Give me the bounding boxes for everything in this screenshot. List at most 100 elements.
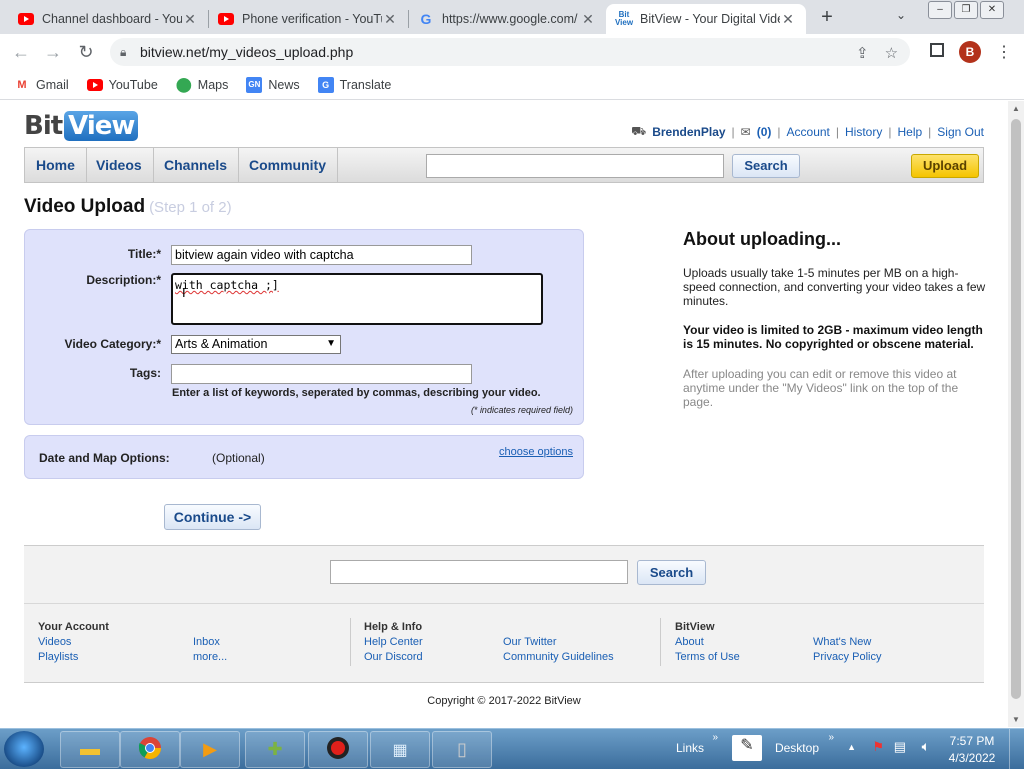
scroll-down-icon[interactable]: ▼ <box>1012 715 1020 724</box>
bookmark-star-icon[interactable]: ☆ <box>885 44 898 62</box>
nav-home[interactable]: Home <box>25 148 87 182</box>
show-desktop-button[interactable] <box>1009 729 1024 769</box>
tab-bitview[interactable]: Bit View BitView - Your Digital Video ✕ <box>606 4 806 34</box>
about-p2: Your video is limited to 2GB - maximum v… <box>683 323 983 351</box>
scroll-up-icon[interactable]: ▲ <box>1012 104 1020 113</box>
footer-search-button[interactable]: Search <box>637 560 706 585</box>
account-link[interactable]: Account <box>787 125 830 139</box>
desktop-toolbar[interactable]: Desktop <box>775 741 819 755</box>
history-link[interactable]: History <box>845 125 882 139</box>
footer-link-more[interactable]: more... <box>193 650 227 665</box>
tags-hint: Enter a list of keywords, seperated by c… <box>172 387 541 399</box>
title-field[interactable]: bitview again video with captcha <box>171 245 472 265</box>
taskbar-media[interactable]: ▶ <box>180 731 240 768</box>
nav-community[interactable]: Community <box>238 148 338 182</box>
header-search-button[interactable]: Search <box>732 154 800 178</box>
tab-channel-dashboard[interactable]: Channel dashboard - YouTube ✕ <box>8 4 208 34</box>
new-tab-button[interactable]: + <box>816 6 838 28</box>
header-search-input[interactable] <box>426 154 724 178</box>
bookmark-news[interactable]: GN News <box>246 76 300 93</box>
volume-icon[interactable]: 🔈︎ <box>922 738 930 755</box>
tab-title: https://www.google.com/ <box>442 12 578 26</box>
scrollbar-thumb[interactable] <box>1011 119 1021 699</box>
tray-expand-icon[interactable]: ▲ <box>847 742 856 752</box>
reload-button[interactable]: ↻ <box>75 42 97 64</box>
sign-out-link[interactable]: Sign Out <box>937 125 984 139</box>
mail-icon[interactable]: ✉ <box>741 125 751 139</box>
close-icon[interactable]: ✕ <box>580 11 596 28</box>
start-button[interactable] <box>4 731 44 767</box>
windows-taskbar: ▬ ▶ ✚ ▦ ▯ Links » ✎ Desktop » ▲ ⚑ ▤ 🔈︎ 7… <box>0 728 1024 769</box>
date-map-label: Date and Map Options: <box>39 451 170 465</box>
page-title: Video Upload (Step 1 of 2) <box>24 196 232 218</box>
youtube-icon <box>86 77 103 93</box>
title-label: Title:* <box>127 247 161 261</box>
bookmark-gmail[interactable]: M Gmail <box>14 77 69 93</box>
forward-button[interactable]: → <box>42 42 64 64</box>
action-center-icon[interactable]: ⚑ <box>872 739 884 755</box>
footer-link-about[interactable]: About <box>675 635 740 650</box>
inbox-count[interactable]: (0) <box>757 125 772 139</box>
chevron-right-icon[interactable]: » <box>712 732 718 743</box>
chevron-right-icon[interactable]: » <box>828 732 834 743</box>
close-icon[interactable]: ✕ <box>182 11 198 28</box>
bitview-logo[interactable]: Bit View <box>24 109 139 143</box>
about-p1: Uploads usually take 1-5 minutes per MB … <box>683 266 986 308</box>
category-select[interactable]: Arts & Animation ▼ <box>171 335 341 354</box>
help-link[interactable]: Help <box>897 125 922 139</box>
kebab-menu-icon[interactable]: ⋮ <box>996 42 1012 62</box>
share-icon[interactable]: ⇪ <box>856 44 869 62</box>
optional-text: (Optional) <box>212 451 265 465</box>
continue-button[interactable]: Continue -> <box>164 504 261 530</box>
taskbar-control-panel[interactable]: ▦ <box>370 731 430 768</box>
footer-link-whats-new[interactable]: What's New <box>813 635 881 650</box>
profile-avatar[interactable]: B <box>959 41 981 63</box>
nav-videos[interactable]: Videos <box>85 148 154 182</box>
back-button[interactable]: ← <box>10 42 32 64</box>
footer-link-help-center[interactable]: Help Center <box>364 635 423 650</box>
minimize-button[interactable]: – <box>928 1 952 19</box>
taskbar-app-colorful[interactable]: ✚ <box>245 731 305 768</box>
bookmark-youtube[interactable]: YouTube <box>86 77 158 93</box>
username-link[interactable]: BrendenPlay <box>652 125 725 139</box>
restore-button[interactable]: ❐ <box>954 1 978 19</box>
taskbar-explorer[interactable]: ▬ <box>60 731 120 768</box>
footer-link-twitter[interactable]: Our Twitter <box>503 635 614 650</box>
footer-search-input[interactable] <box>330 560 628 584</box>
links-toolbar[interactable]: Links <box>676 741 704 755</box>
tab-google[interactable]: G https://www.google.com/ ✕ <box>408 4 606 34</box>
bookmark-label: Maps <box>197 77 229 92</box>
footer-link-discord[interactable]: Our Discord <box>364 650 423 665</box>
footer-link-terms[interactable]: Terms of Use <box>675 650 740 665</box>
window-close-button[interactable]: ✕ <box>980 1 1004 19</box>
chevron-down-icon[interactable]: ⌄ <box>896 8 906 22</box>
close-icon[interactable]: ✕ <box>780 11 796 28</box>
tags-field[interactable] <box>171 364 472 384</box>
footer-link-playlists[interactable]: Playlists <box>38 650 109 665</box>
taskbar-recorder[interactable] <box>308 731 368 768</box>
footer-link-guidelines[interactable]: Community Guidelines <box>503 650 614 665</box>
description-textarea[interactable]: with captcha ;] <box>171 273 543 325</box>
side-panel-icon[interactable] <box>930 43 944 57</box>
user-icon: ⛟ <box>631 124 647 138</box>
nav-channels[interactable]: Channels <box>153 148 240 182</box>
address-bar[interactable]: 🔒︎ bitview.net/my_videos_upload.php <box>110 38 910 66</box>
bookmark-translate[interactable]: G Translate <box>317 76 391 93</box>
footer-link-inbox[interactable]: Inbox <box>193 635 227 650</box>
clock-time[interactable]: 7:57 PM <box>948 734 996 748</box>
bookmark-maps[interactable]: ⬤ Maps <box>176 76 229 93</box>
upload-button[interactable]: Upload <box>911 154 979 178</box>
footer-link-privacy[interactable]: Privacy Policy <box>813 650 881 665</box>
taskbar-computer[interactable]: ▯ <box>432 731 492 768</box>
notes-icon[interactable]: ✎ <box>732 735 762 761</box>
category-value: Arts & Animation <box>175 337 268 351</box>
choose-options-link[interactable]: choose options <box>499 446 573 458</box>
bookmark-label: Gmail <box>36 77 69 92</box>
network-icon[interactable]: ▤ <box>894 739 906 755</box>
clock-date[interactable]: 4/3/2022 <box>948 751 996 765</box>
close-icon[interactable]: ✕ <box>382 11 398 28</box>
tab-phone-verification[interactable]: Phone verification - YouTube ✕ <box>208 4 408 34</box>
footer-link-videos[interactable]: Videos <box>38 635 109 650</box>
taskbar-chrome[interactable] <box>120 731 180 768</box>
page-scrollbar[interactable]: ▲ ▼ <box>1008 101 1024 727</box>
